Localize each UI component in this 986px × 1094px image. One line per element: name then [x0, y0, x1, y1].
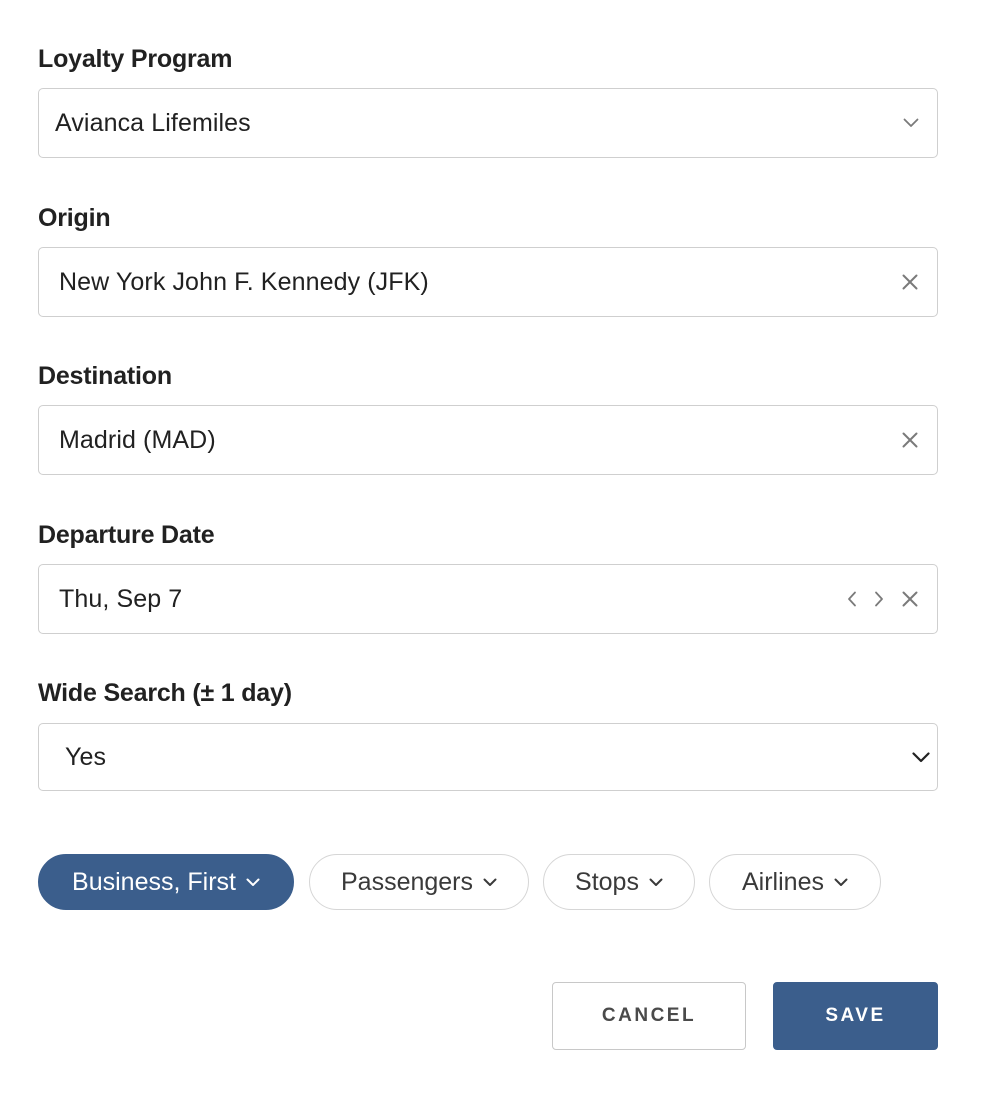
loyalty-program-value: Avianca Lifemiles: [55, 108, 251, 137]
destination-value: Madrid (MAD): [59, 425, 216, 454]
origin-label: Origin: [38, 204, 111, 232]
search-form: Loyalty Program Avianca Lifemiles Origin…: [38, 0, 938, 1094]
close-icon[interactable]: [902, 432, 918, 448]
save-button[interactable]: SAVE: [773, 982, 938, 1050]
chevron-right-icon[interactable]: [874, 591, 884, 607]
chevron-left-icon[interactable]: [847, 591, 857, 607]
close-icon[interactable]: [902, 591, 918, 607]
departure-date-label: Departure Date: [38, 521, 215, 549]
stops-filter-chip[interactable]: Stops: [543, 854, 695, 910]
departure-date-field[interactable]: Thu, Sep 7: [38, 564, 938, 634]
chevron-down-icon: [649, 878, 663, 887]
chevron-down-icon: [912, 751, 930, 763]
chevron-down-icon: [246, 878, 260, 887]
chip-label: Airlines: [742, 867, 824, 896]
origin-value: New York John F. Kennedy (JFK): [59, 267, 429, 296]
cabin-class-filter-chip[interactable]: Business, First: [38, 854, 294, 910]
destination-label: Destination: [38, 362, 172, 390]
wide-search-label: Wide Search (± 1 day): [38, 679, 292, 707]
departure-date-value: Thu, Sep 7: [59, 584, 183, 613]
loyalty-program-label: Loyalty Program: [38, 45, 233, 73]
origin-field[interactable]: New York John F. Kennedy (JFK): [38, 247, 938, 317]
close-icon[interactable]: [902, 274, 918, 290]
chevron-down-icon: [834, 878, 848, 887]
chip-label: Business, First: [72, 867, 236, 896]
chevron-down-icon: [903, 118, 919, 128]
chip-label: Stops: [575, 867, 639, 896]
loyalty-program-select[interactable]: Avianca Lifemiles: [38, 88, 938, 158]
cancel-button[interactable]: CANCEL: [552, 982, 746, 1050]
passengers-filter-chip[interactable]: Passengers: [309, 854, 529, 910]
destination-field[interactable]: Madrid (MAD): [38, 405, 938, 475]
airlines-filter-chip[interactable]: Airlines: [709, 854, 881, 910]
wide-search-select[interactable]: Yes: [38, 723, 938, 791]
chip-label: Passengers: [340, 867, 474, 896]
wide-search-value: Yes: [65, 742, 107, 771]
chevron-down-icon: [483, 878, 497, 887]
